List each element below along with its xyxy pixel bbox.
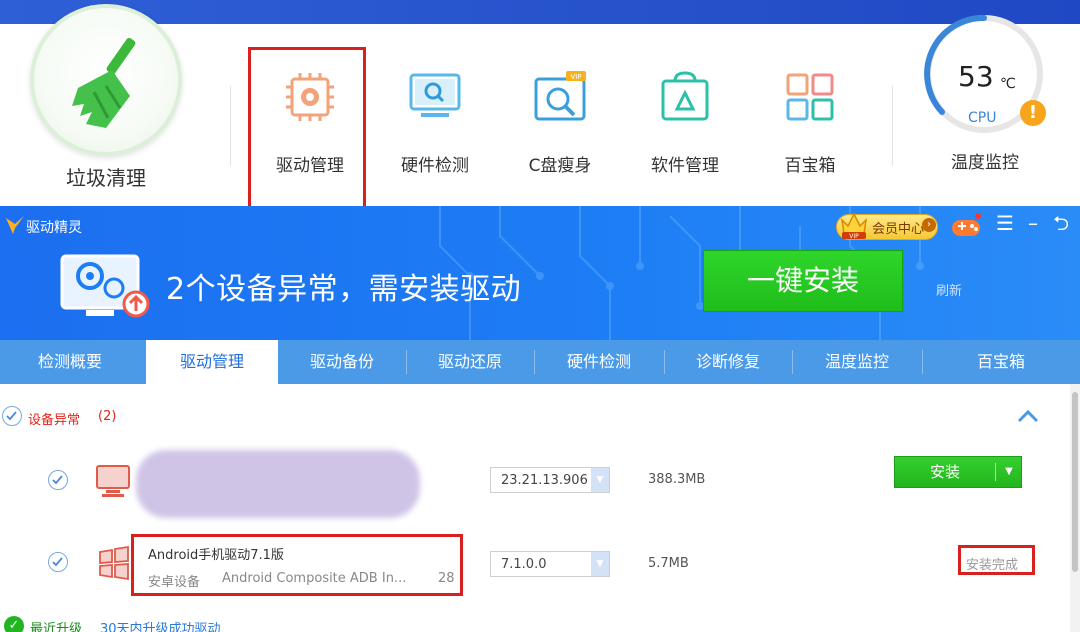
vip-crown-text: VIP [849,233,859,240]
refresh-link[interactable]: 刷新 [936,280,962,299]
chevron-down-icon: ▼ [591,468,609,492]
redacted-device-name [136,450,420,518]
temperature-unit: ℃ [1000,76,1016,92]
temperature-value: 53 [958,60,994,93]
section-count: (2) [98,409,117,424]
section-title: 设备异常 [28,413,81,428]
toolbar-divider [892,86,893,166]
check-icon [6,411,17,421]
version-select[interactable]: 23.21.13.906 ▼ [490,467,610,493]
tab-driver-backup[interactable]: 驱动备份 [278,340,406,384]
driver-size: 388.3MB [648,472,706,487]
app-name: 驱动精灵 [26,220,82,236]
store-triangle-icon [661,71,709,121]
chevron-right-icon: › [922,218,936,232]
tab-toolbox[interactable]: 百宝箱 [922,340,1080,384]
gamepad-icon[interactable] [950,212,982,240]
one-click-install-button[interactable]: 一键安装 [703,250,903,312]
recent-upgrade-title[interactable]: 最近升级 [30,618,82,632]
chevron-up-icon[interactable] [1016,408,1040,424]
scrollbar-thumb[interactable] [1072,392,1078,572]
version-value: 23.21.13.906 [501,473,588,488]
member-center-label: 会员中心 [872,222,925,237]
version-select[interactable]: 7.1.0.0 ▼ [490,551,610,577]
recent-upgrade-description[interactable]: 30天内升级成功驱动 [100,618,221,632]
install-button-label: 安装 [929,463,960,481]
check-circle-icon: ✓ [4,616,24,632]
status-message: 2个设备异常，需安装驱动 [166,272,522,307]
nav-tabs: 检测概要 驱动管理 驱动备份 驱动还原 硬件检测 诊断修复 温度监控 百宝箱 [0,340,1080,384]
install-status: 安装完成 [966,558,1019,573]
driver-size: 5.7MB [648,556,689,571]
chevron-down-icon: ▼ [591,552,609,576]
temperature-monitor-label: 温度监控 [951,153,1019,173]
toolbar-divider [230,86,231,166]
monitor-search-icon [409,73,461,117]
device-repair-illustration [60,254,150,318]
tab-driver-restore[interactable]: 驱动还原 [406,340,534,384]
minimize-icon[interactable]: – [1022,212,1044,234]
app-header: 驱动精灵 VIP 会员中心 › ☰ – ⮌ 2个设备异常，需安装驱动 一键安装 … [0,206,1080,340]
broom-icon [72,37,136,128]
driver-number: 28 [438,571,455,586]
row-checkbox[interactable] [48,552,68,572]
driver-name: Android手机驱动7.1版 [148,548,284,563]
install-button[interactable]: 安装 ▼ [894,456,1022,488]
cleanup-label: 垃圾清理 [66,166,146,190]
monitor-icon [96,465,130,497]
section-checkbox[interactable] [2,406,22,426]
tool-label: 百宝箱 [784,156,836,176]
row-checkbox[interactable] [48,470,68,490]
driver-category: 安卓设备 [148,575,201,590]
tab-temperature[interactable]: 温度监控 [792,340,922,384]
top-toolbar: 垃圾清理 驱动管理 硬件检测 VIP C盘瘦身 软件管理 百宝箱 53 ℃ CP… [0,4,1080,211]
driver-description: Android Composite ADB In... [222,571,407,586]
button-divider [995,463,996,481]
disk-magnifier-icon: VIP [534,71,586,121]
grid-boxes-icon [786,73,834,121]
vip-badge-text: VIP [570,73,581,81]
chevron-down-icon[interactable]: ▼ [997,457,1021,487]
temperature-sensor-label: CPU [968,110,997,126]
tab-hardware-check[interactable]: 硬件检测 [534,340,664,384]
active-tool-highlight [248,47,366,211]
tab-driver-management[interactable]: 驱动管理 [146,340,278,384]
tab-diagnose-repair[interactable]: 诊断修复 [664,340,792,384]
back-icon[interactable]: ⮌ [1050,212,1072,234]
tool-label: 硬件检测 [401,156,469,176]
tool-label: 软件管理 [651,156,719,176]
vip-crown-icon: VIP [840,212,868,240]
windows-logo-icon [99,545,129,581]
cleanup-button[interactable] [30,4,182,156]
tab-overview[interactable]: 检测概要 [0,340,140,384]
tool-label: C盘瘦身 [528,156,592,176]
check-icon [52,557,63,567]
driver-list-panel: 设备异常 (2) 23.21.13.906 ▼ 388.3MB 安装 ▼ And… [0,384,1080,632]
version-value: 7.1.0.0 [501,557,547,572]
warning-icon: ! [1020,100,1046,126]
app-logo-icon [6,216,24,234]
check-icon [52,475,63,485]
menu-icon[interactable]: ☰ [994,212,1016,234]
